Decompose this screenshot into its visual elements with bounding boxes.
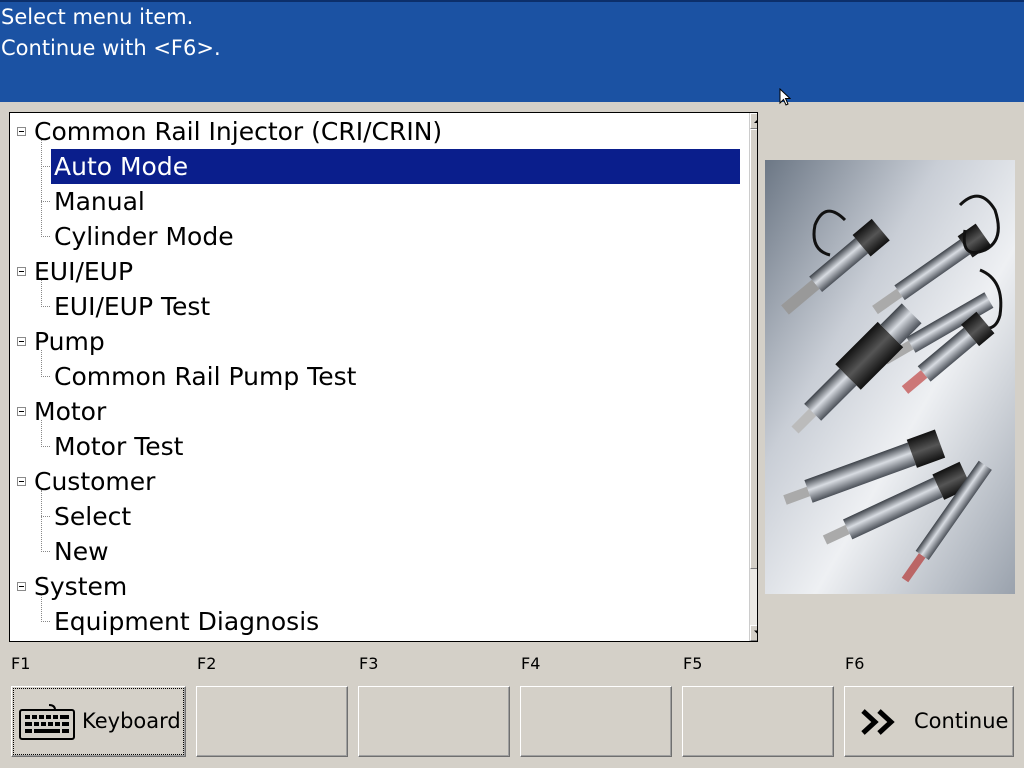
tree-connector bbox=[41, 350, 42, 377]
tree-item-label: System bbox=[34, 572, 128, 601]
tree-group-item[interactable]: Customer bbox=[10, 464, 740, 499]
injectors-photo bbox=[765, 160, 1015, 594]
menu-tree[interactable]: Common Rail Injector (CRI/CRIN) Auto Mode… bbox=[9, 112, 758, 642]
tree-scrollbar[interactable] bbox=[749, 113, 757, 641]
f2-button[interactable] bbox=[196, 686, 348, 757]
fkey-label-f4: F4 bbox=[521, 654, 541, 673]
tree-connector bbox=[41, 166, 50, 167]
tree-item-label: Pump bbox=[34, 327, 105, 356]
collapse-icon[interactable] bbox=[17, 477, 26, 486]
continue-button-label: Continue bbox=[914, 709, 1009, 733]
tree-menu-item[interactable]: Select bbox=[10, 499, 740, 534]
keyboard-button[interactable]: Keyboard bbox=[11, 686, 186, 757]
tree-connector bbox=[41, 490, 42, 552]
fkey-label-f6: F6 bbox=[845, 654, 865, 673]
fkey-label-f5: F5 bbox=[683, 654, 703, 673]
tree-menu-item[interactable]: New bbox=[10, 534, 740, 569]
scroll-down-button[interactable] bbox=[750, 625, 757, 641]
tree-menu-item[interactable]: Auto Mode bbox=[10, 149, 740, 184]
tree-menu-item[interactable]: Manual bbox=[10, 184, 740, 219]
arrow-up-icon bbox=[754, 120, 757, 123]
instruction-line-2: Continue with <F6>. bbox=[1, 36, 221, 60]
tree-menu-item[interactable]: EUI/EUP Test bbox=[10, 289, 740, 324]
keyboard-icon bbox=[19, 704, 75, 740]
tree-item-label: Cylinder Mode bbox=[54, 222, 234, 251]
tree-menu-item[interactable]: Motor Test bbox=[10, 429, 740, 464]
tree-connector bbox=[41, 446, 50, 447]
tree-item-label: EUI/EUP Test bbox=[54, 292, 211, 321]
collapse-icon[interactable] bbox=[17, 582, 26, 591]
instruction-line-1: Select menu item. bbox=[1, 5, 194, 29]
tree-connector bbox=[41, 201, 50, 202]
tree-item-label: Common Rail Injector (CRI/CRIN) bbox=[34, 117, 443, 146]
collapse-icon[interactable] bbox=[17, 267, 26, 276]
mouse-cursor-icon bbox=[779, 88, 791, 106]
tree-connector bbox=[41, 140, 42, 237]
scroll-up-button[interactable] bbox=[750, 113, 757, 129]
tree-connector bbox=[41, 306, 50, 307]
fkey-label-f2: F2 bbox=[197, 654, 217, 673]
tree-connector bbox=[41, 621, 50, 622]
tree-connector bbox=[41, 595, 42, 622]
tree-item-label: Motor Test bbox=[54, 432, 184, 461]
scroll-thumb[interactable] bbox=[750, 129, 757, 569]
tree-item-label: New bbox=[54, 537, 109, 566]
tree-connector bbox=[41, 551, 50, 552]
tree-menu-item[interactable]: Cylinder Mode bbox=[10, 219, 740, 254]
tree-connector bbox=[41, 376, 50, 377]
tree-group-item[interactable]: Motor bbox=[10, 394, 740, 429]
tree-item-label: Motor bbox=[34, 397, 107, 426]
tree-item-label: EUI/EUP bbox=[34, 257, 134, 286]
arrow-down-icon bbox=[754, 630, 757, 634]
f4-button[interactable] bbox=[520, 686, 672, 757]
tree-group-item[interactable]: EUI/EUP bbox=[10, 254, 740, 289]
tree-item-label: Manual bbox=[54, 187, 145, 216]
collapse-icon[interactable] bbox=[17, 337, 26, 346]
fkey-label-f3: F3 bbox=[359, 654, 379, 673]
tree-menu-item[interactable]: Common Rail Pump Test bbox=[10, 359, 740, 394]
tree-item-label: Select bbox=[54, 502, 132, 531]
tree-connector bbox=[41, 280, 42, 307]
tree-connector bbox=[41, 516, 50, 517]
tree-connector bbox=[41, 420, 42, 447]
fkey-label-f1: F1 bbox=[11, 654, 31, 673]
tree-item-label: Auto Mode bbox=[54, 152, 189, 181]
tree-group-item[interactable]: Common Rail Injector (CRI/CRIN) bbox=[10, 114, 740, 149]
collapse-icon[interactable] bbox=[17, 407, 26, 416]
tree-group-item[interactable]: System bbox=[10, 569, 740, 604]
f3-button[interactable] bbox=[358, 686, 510, 757]
tree-connector bbox=[41, 236, 50, 237]
continue-button[interactable]: Continue bbox=[844, 686, 1014, 757]
collapse-icon[interactable] bbox=[17, 127, 26, 136]
double-chevron-right-icon bbox=[861, 709, 895, 735]
tree-item-label: Common Rail Pump Test bbox=[54, 362, 357, 391]
instruction-header: Select menu item. Continue with <F6>. bbox=[0, 0, 1024, 102]
f5-button[interactable] bbox=[682, 686, 834, 757]
tree-item-label: Equipment Diagnosis bbox=[54, 607, 320, 636]
tree-group-item[interactable]: Pump bbox=[10, 324, 740, 359]
tree-item-label: Customer bbox=[34, 467, 156, 496]
tree-menu-item[interactable]: Equipment Diagnosis bbox=[10, 604, 740, 639]
keyboard-button-label: Keyboard bbox=[82, 709, 181, 733]
